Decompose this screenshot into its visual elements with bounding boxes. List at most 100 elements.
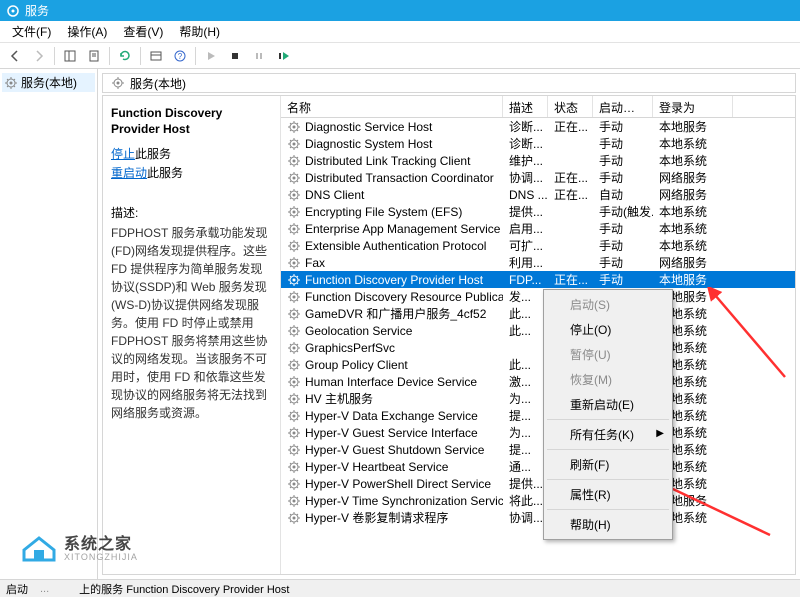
table-row[interactable]: Enterprise App Management Service启用...手动… [281,220,795,237]
stop-button[interactable] [224,45,246,67]
tree-root-services[interactable]: 服务(本地) [2,73,95,92]
service-desc: 将此... [503,492,548,509]
table-row[interactable]: Hyper-V 卷影复制请求程序协调...手动(触发...本地系统 [281,509,795,526]
service-name: Geolocation Service [305,324,412,338]
export-button[interactable] [83,45,105,67]
refresh-button[interactable] [114,45,136,67]
service-name: GameDVR 和广播用户服务_4cf52 [305,305,486,322]
menu-help[interactable]: 帮助(H) [171,21,228,42]
table-row[interactable]: Human Interface Device Service激...手动本地系统 [281,373,795,390]
services-icon [6,4,20,18]
menu-file[interactable]: 文件(F) [4,21,59,42]
table-row[interactable]: GameDVR 和广播用户服务_4cf52此...手动本地系统 [281,305,795,322]
table-row[interactable]: Hyper-V PowerShell Direct Service提供...手动… [281,475,795,492]
menu-view[interactable]: 查看(V) [115,21,171,42]
list-rows[interactable]: Diagnostic Service Host诊断...正在...手动本地服务D… [281,118,795,574]
service-desc: 协调... [503,169,548,186]
table-row[interactable]: Hyper-V Guest Service Interface为...手动(触发… [281,424,795,441]
context-menu-item[interactable]: 刷新(F) [546,452,670,477]
service-status: 正在... [548,169,593,186]
gear-icon [287,358,301,372]
table-row[interactable]: Extensible Authentication Protocol可扩...手… [281,237,795,254]
table-row[interactable]: Hyper-V Guest Shutdown Service提...手动(触发.… [281,441,795,458]
service-name: Human Interface Device Service [305,375,477,389]
column-name[interactable]: 名称 [281,96,503,117]
restart-link[interactable]: 重启动 [111,166,147,180]
table-row[interactable]: Function Discovery Provider HostFDP...正在… [281,271,795,288]
back-button[interactable] [4,45,26,67]
service-desc: 为... [503,424,548,441]
context-menu-item: 启动(S) [546,292,670,317]
service-name: Hyper-V Heartbeat Service [305,460,448,474]
menu-separator [547,479,669,480]
start-button[interactable] [200,45,222,67]
watermark-sub: XITONGZHIJIA [64,552,138,562]
table-row[interactable]: Diagnostic System Host诊断...手动本地系统 [281,135,795,152]
menu-separator [547,419,669,420]
service-startup: 手动 [593,271,653,288]
context-menu-item: 暂停(U) [546,342,670,367]
context-menu-item[interactable]: 帮助(H) [546,512,670,537]
context-menu-item[interactable]: 重新启动(E) [546,392,670,417]
column-status[interactable]: 状态 [548,96,593,117]
context-menu-item[interactable]: 停止(O) [546,317,670,342]
gear-icon [287,273,301,287]
table-row[interactable]: GraphicsPerfSvc手动本地系统 [281,339,795,356]
service-name: Hyper-V Data Exchange Service [305,409,478,423]
gear-icon [287,137,301,151]
gear-icon [287,341,301,355]
show-hide-button[interactable] [59,45,81,67]
table-row[interactable]: Hyper-V Data Exchange Service提...手动(触发..… [281,407,795,424]
service-desc: FDP... [503,273,548,287]
table-row[interactable]: Function Discovery Resource Publication发… [281,288,795,305]
table-row[interactable]: Hyper-V Time Synchronization Service将此..… [281,492,795,509]
table-row[interactable]: DNS ClientDNS ...正在...自动网络服务 [281,186,795,203]
service-logon: 本地系统 [653,203,733,220]
stop-link[interactable]: 停止 [111,147,135,161]
menu-action[interactable]: 操作(A) [59,21,115,42]
tree-root-label: 服务(本地) [21,74,77,91]
main-area: 服务(本地) 服务(本地) Function Discovery Provide… [0,69,800,579]
column-desc[interactable]: 描述 [503,96,548,117]
table-row[interactable]: Distributed Transaction Coordinator协调...… [281,169,795,186]
menu-separator [547,509,669,510]
detail-header: 服务(本地) [102,73,796,93]
context-menu-item[interactable]: 所有任务(K)▶ [546,422,670,447]
tree-pane: 服务(本地) [0,69,98,579]
table-row[interactable]: Diagnostic Service Host诊断...正在...手动本地服务 [281,118,795,135]
gear-icon [287,324,301,338]
toolbar-separator [109,47,110,65]
table-row[interactable]: HV 主机服务为...手动本地系统 [281,390,795,407]
gear-icon [287,443,301,457]
properties-button[interactable] [145,45,167,67]
service-startup: 手动 [593,152,653,169]
column-logon[interactable]: 登录为 [653,96,733,117]
context-menu-item[interactable]: 属性(R) [546,482,670,507]
service-name: Function Discovery Provider Host [305,273,483,287]
gear-icon [287,120,301,134]
column-startup[interactable]: 启动类型 [593,96,653,117]
service-name: Group Policy Client [305,358,408,372]
gear-icon [287,511,301,525]
list-header: 名称 描述 状态 启动类型 登录为 [281,96,795,118]
service-logon: 本地系统 [653,220,733,237]
help-button[interactable]: ? [169,45,191,67]
pause-button[interactable] [248,45,270,67]
gear-icon [4,76,18,90]
table-row[interactable]: Hyper-V Heartbeat Service通...手动(触发...本地系… [281,458,795,475]
gear-icon [287,171,301,185]
table-row[interactable]: Group Policy Client此...手动本地系统 [281,356,795,373]
restart-button[interactable] [272,45,294,67]
gear-icon [287,460,301,474]
forward-button[interactable] [28,45,50,67]
service-startup: 手动 [593,220,653,237]
table-row[interactable]: Distributed Link Tracking Client维护...手动本… [281,152,795,169]
table-row[interactable]: Fax利用...手动网络服务 [281,254,795,271]
detail-body: Function Discovery Provider Host 停止此服务 重… [102,95,796,575]
table-row[interactable]: Geolocation Service此...手动本地系统 [281,322,795,339]
service-startup: 手动 [593,169,653,186]
service-name: GraphicsPerfSvc [305,341,395,355]
toolbar: ? [0,43,800,69]
description-text: FDPHOST 服务承载功能发现(FD)网络发现提供程序。这些 FD 提供程序为… [111,224,272,422]
table-row[interactable]: Encrypting File System (EFS)提供...手动(触发..… [281,203,795,220]
